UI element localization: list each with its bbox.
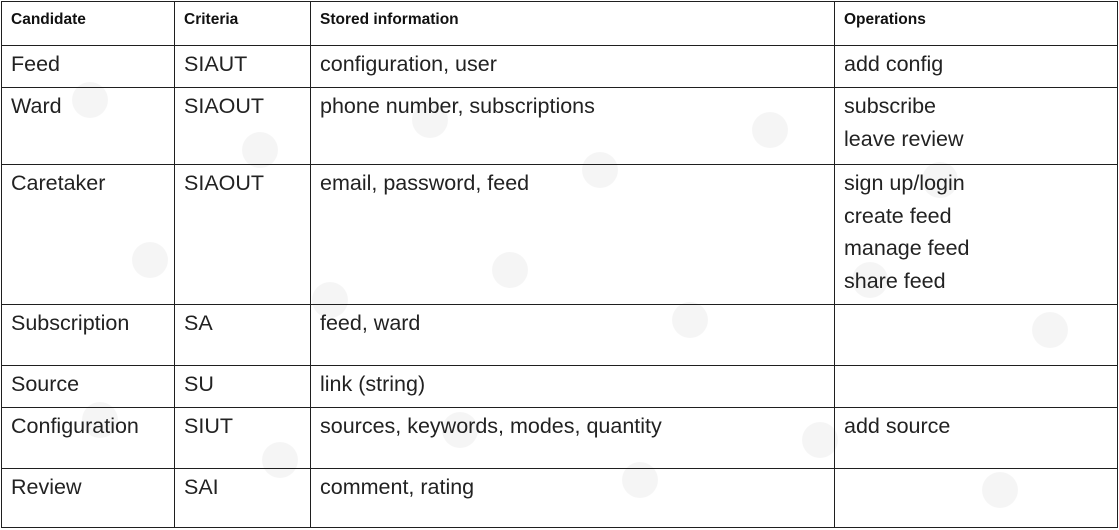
operation-item: subscribe <box>844 94 937 118</box>
operations-cell: add config <box>834 45 1118 88</box>
operations-cell: add source <box>834 407 1118 469</box>
stored-cell: link (string) <box>310 365 835 408</box>
criteria-cell: SU <box>174 365 311 408</box>
operations-cell <box>834 468 1118 528</box>
criteria-cell: SIAUT <box>174 45 311 88</box>
table-row: Configuration SIUT sources, keywords, mo… <box>1 407 1118 469</box>
operation-item: share feed <box>844 268 946 293</box>
stored-cell: phone number, subscriptions <box>310 87 835 165</box>
table-row: Ward SIAOUT phone number, subscriptions … <box>1 87 1118 165</box>
table-row: Review SAI comment, rating <box>1 468 1118 528</box>
operation-item: sign up/login <box>844 171 965 195</box>
operation-item: create feed <box>844 203 952 228</box>
candidate-cell: Caretaker <box>1 164 175 305</box>
stored-cell: email, password, feed <box>310 164 835 305</box>
operations-cell: subscribe leave review <box>834 87 1118 165</box>
candidate-table: Candidate Criteria Stored information Op… <box>1 1 1118 528</box>
operations-cell <box>834 304 1118 366</box>
stored-cell: feed, ward <box>310 304 835 366</box>
criteria-cell: SAI <box>174 468 311 528</box>
header-operations: Operations <box>834 1 1118 46</box>
table-header-row: Candidate Criteria Stored information Op… <box>1 1 1118 46</box>
stored-cell: comment, rating <box>310 468 835 528</box>
criteria-cell: SA <box>174 304 311 366</box>
candidate-cell: Review <box>1 468 175 528</box>
table-row: Caretaker SIAOUT email, password, feed s… <box>1 164 1118 305</box>
candidate-cell: Ward <box>1 87 175 165</box>
criteria-cell: SIAOUT <box>174 164 311 305</box>
table-row: Source SU link (string) <box>1 365 1118 408</box>
header-criteria: Criteria <box>174 1 311 46</box>
operations-cell <box>834 365 1118 408</box>
operations-cell: sign up/login create feed manage feed sh… <box>834 164 1118 305</box>
candidate-cell: Configuration <box>1 407 175 469</box>
table-row: Feed SIAUT configuration, user add confi… <box>1 45 1118 88</box>
operation-item: add source <box>844 414 951 438</box>
header-stored-information: Stored information <box>310 1 835 46</box>
header-candidate: Candidate <box>1 1 175 46</box>
operation-item: add config <box>844 52 944 76</box>
criteria-cell: SIUT <box>174 407 311 469</box>
candidate-cell: Source <box>1 365 175 408</box>
candidate-cell: Subscription <box>1 304 175 366</box>
stored-cell: configuration, user <box>310 45 835 88</box>
candidate-cell: Feed <box>1 45 175 88</box>
operation-item: leave review <box>844 126 964 151</box>
stored-cell: sources, keywords, modes, quantity <box>310 407 835 469</box>
operation-item: manage feed <box>844 236 970 260</box>
criteria-cell: SIAOUT <box>174 87 311 165</box>
table-row: Subscription SA feed, ward <box>1 304 1118 366</box>
